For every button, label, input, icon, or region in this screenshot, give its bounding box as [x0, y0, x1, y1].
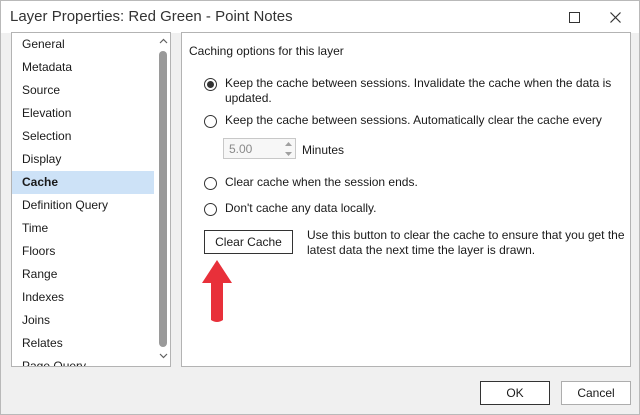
radio-clear-session-end[interactable] [204, 177, 217, 190]
sidebar-item-selection[interactable]: Selection [12, 125, 154, 148]
sidebar-item-definition-query[interactable]: Definition Query [12, 194, 154, 217]
interval-stepper[interactable]: 5.00 [223, 138, 296, 159]
sidebar-item-display[interactable]: Display [12, 148, 154, 171]
sidebar-item-floors[interactable]: Floors [12, 240, 154, 263]
sidebar-item-relates[interactable]: Relates [12, 332, 154, 355]
chevron-up-icon [285, 141, 292, 146]
maximize-button[interactable] [558, 1, 590, 33]
sidebar-item-range[interactable]: Range [12, 263, 154, 286]
layer-properties-dialog: Layer Properties: Red Green - Point Note… [0, 0, 640, 415]
close-button[interactable] [599, 1, 631, 33]
interval-value: 5.00 [229, 142, 253, 156]
radio-keep-auto-clear[interactable] [204, 115, 217, 128]
sidebar-scrollbar[interactable] [156, 33, 170, 366]
sidebar-item-metadata[interactable]: Metadata [12, 56, 154, 79]
section-title: Caching options for this layer [189, 44, 344, 58]
clear-cache-button[interactable]: Clear Cache [204, 230, 293, 254]
property-sidebar: General Metadata Source Elevation Select… [11, 32, 171, 367]
radio-no-cache[interactable] [204, 203, 217, 216]
chevron-down-icon [285, 151, 292, 156]
option-label: Don't cache any data locally. [225, 201, 377, 215]
clear-cache-description: Use this button to clear the cache to en… [307, 228, 625, 257]
sidebar-item-time[interactable]: Time [12, 217, 154, 240]
stepper-up-button[interactable] [282, 139, 295, 148]
close-icon [609, 11, 621, 23]
option-label: Clear cache when the session ends. [225, 175, 418, 189]
ok-button[interactable]: OK [480, 381, 550, 405]
stepper-buttons [282, 139, 295, 158]
sidebar-item-cache[interactable]: Cache [12, 171, 154, 194]
chevron-up-icon [159, 38, 167, 44]
interval-unit-label: Minutes [302, 143, 345, 157]
sidebar-item-general[interactable]: General [12, 33, 154, 56]
red-arrow-annotation-icon [202, 260, 232, 322]
scroll-up-button[interactable] [156, 34, 170, 48]
scroll-thumb[interactable] [159, 51, 167, 347]
option-label: Keep the cache between sessions. Invalid… [225, 76, 612, 105]
sidebar-item-elevation[interactable]: Elevation [12, 102, 154, 125]
maximize-icon [568, 11, 580, 23]
cancel-button[interactable]: Cancel [561, 381, 631, 405]
sidebar-item-source[interactable]: Source [12, 79, 154, 102]
cache-settings-panel: Caching options for this layer Keep the … [181, 32, 631, 367]
title-bar: Layer Properties: Red Green - Point Note… [1, 1, 639, 33]
stepper-down-button[interactable] [282, 149, 295, 158]
sidebar-item-joins[interactable]: Joins [12, 309, 154, 332]
scroll-down-button[interactable] [156, 349, 170, 363]
option-label: Keep the cache between sessions. Automat… [225, 113, 602, 127]
sidebar-item-indexes[interactable]: Indexes [12, 286, 154, 309]
chevron-down-icon [159, 353, 167, 359]
dialog-title: Layer Properties: Red Green - Point Note… [10, 8, 293, 25]
sidebar-item-page-query[interactable]: Page Query [12, 355, 154, 366]
radio-keep-invalidate[interactable] [204, 78, 217, 91]
